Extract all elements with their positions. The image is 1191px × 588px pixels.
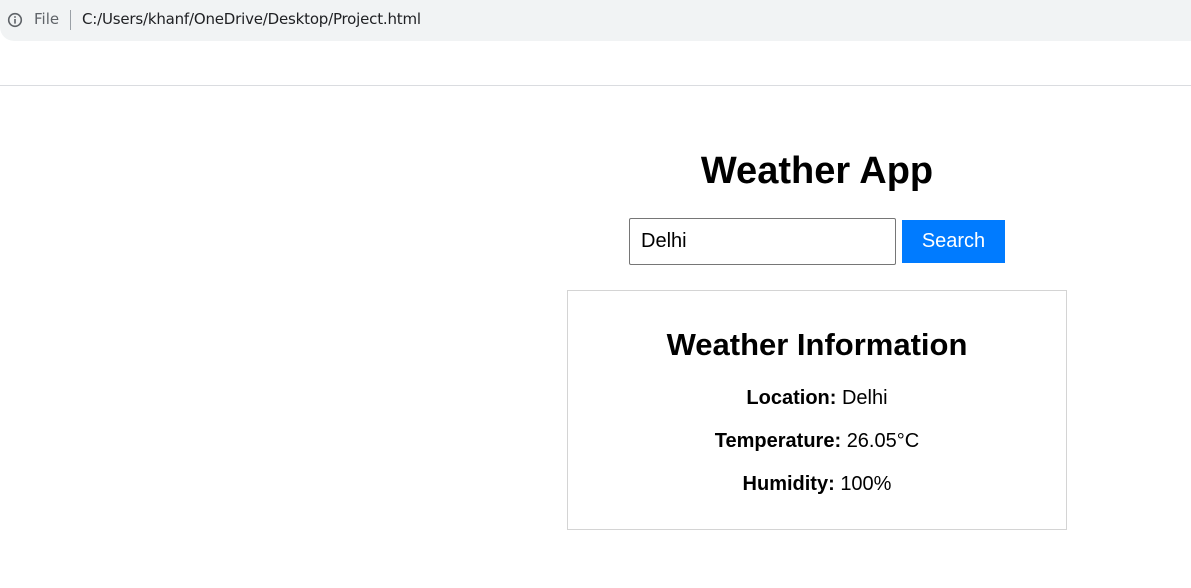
scheme-label[interactable]: File	[34, 10, 59, 28]
search-button[interactable]: Search	[902, 220, 1005, 263]
humidity-value: 100%	[840, 473, 892, 495]
humidity-row: Humidity: 100%	[568, 472, 1066, 496]
toolbar-divider	[0, 85, 1191, 86]
url-text[interactable]: C:/Users/khanf/OneDrive/Desktop/Project.…	[82, 10, 421, 28]
location-row: Location: Delhi	[568, 386, 1066, 410]
city-search-input[interactable]	[629, 218, 896, 265]
temperature-row: Temperature: 26.05°C	[568, 429, 1066, 453]
temperature-label: Temperature:	[714, 430, 842, 452]
address-bar: File C:/Users/khanf/OneDrive/Desktop/Pro…	[0, 0, 1191, 41]
location-label: Location:	[746, 387, 837, 409]
weather-info-card: Weather Information Location: Delhi Temp…	[567, 290, 1067, 530]
address-separator	[70, 10, 71, 30]
info-circle-icon[interactable]	[7, 12, 23, 28]
card-title: Weather Information	[666, 327, 968, 362]
page-title: Weather App	[700, 150, 934, 192]
humidity-label: Humidity:	[742, 473, 835, 495]
location-value: Delhi	[841, 387, 888, 409]
temperature-value: 26.05°C	[846, 430, 920, 452]
